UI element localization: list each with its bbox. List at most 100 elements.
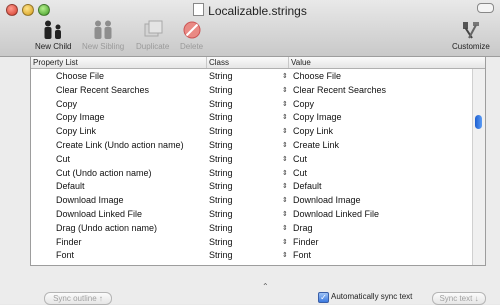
row-value[interactable]: Copy Link — [293, 126, 333, 136]
duplicate-icon — [144, 20, 163, 37]
split-resize-handle-icon[interactable]: ⌃ — [262, 282, 269, 291]
new-sibling-button[interactable]: New Sibling — [82, 20, 124, 51]
class-popup-arrows-icon[interactable]: ⇕ — [282, 224, 288, 232]
row-value[interactable]: Copy Image — [293, 112, 342, 122]
row-value[interactable]: Create Link — [293, 140, 339, 150]
column-divider[interactable] — [206, 57, 207, 68]
class-popup-arrows-icon[interactable]: ⇕ — [282, 127, 288, 135]
row-class[interactable]: String — [209, 237, 233, 247]
customize-button[interactable]: Customize — [452, 20, 490, 51]
row-value[interactable]: Download Linked File — [293, 209, 379, 219]
table-row[interactable]: Finder String ⇕ Finder — [31, 235, 485, 249]
class-popup-arrows-icon[interactable]: ⇕ — [282, 210, 288, 218]
new-child-icon — [44, 20, 62, 39]
row-value[interactable]: Choose File — [293, 71, 341, 81]
row-key[interactable]: Drag (Undo action name) — [56, 223, 157, 233]
table-row[interactable]: Copy Link String ⇕ Copy Link — [31, 124, 485, 138]
row-key[interactable]: Cut — [56, 154, 70, 164]
row-key[interactable]: Font — [56, 250, 74, 260]
class-popup-arrows-icon[interactable]: ⇕ — [282, 182, 288, 190]
title-bar: Localizable.strings New Child New Siblin… — [0, 0, 500, 57]
row-class[interactable]: String — [209, 250, 233, 260]
table-row[interactable]: Create Link (Undo action name) String ⇕ Cre… — [31, 138, 485, 152]
row-class[interactable]: String — [209, 181, 233, 191]
row-value[interactable]: Drag — [293, 223, 313, 233]
table-row[interactable]: Choose File String ⇕ Choose File — [31, 69, 485, 83]
row-value[interactable]: Default — [293, 181, 322, 191]
table-rows: Choose File String ⇕ Choose File Clear Recen… — [31, 69, 485, 262]
class-popup-arrows-icon[interactable]: ⇕ — [282, 155, 288, 163]
row-value[interactable]: Cut — [293, 154, 307, 164]
class-popup-arrows-icon[interactable]: ⇕ — [282, 141, 288, 149]
table-row[interactable]: Copy String ⇕ Copy — [31, 97, 485, 111]
class-popup-arrows-icon[interactable]: ⇕ — [282, 169, 288, 177]
class-popup-arrows-icon[interactable]: ⇕ — [282, 113, 288, 121]
new-child-button[interactable]: New Child — [35, 20, 71, 51]
table-row[interactable]: Download Linked File String ⇕ Download Link… — [31, 207, 485, 221]
table-row[interactable]: Default String ⇕ Default — [31, 179, 485, 193]
property-list-table: Property List Class Value Choose File Str… — [30, 56, 486, 266]
row-key[interactable]: Download Image — [56, 195, 124, 205]
row-key[interactable]: Copy — [56, 99, 77, 109]
class-popup-arrows-icon[interactable]: ⇕ — [282, 72, 288, 80]
column-header-class[interactable]: Class — [209, 58, 229, 67]
row-key[interactable]: Default — [56, 181, 85, 191]
row-class[interactable]: String — [209, 195, 233, 205]
table-row[interactable]: Cut String ⇕ Cut — [31, 152, 485, 166]
row-value[interactable]: Clear Recent Searches — [293, 85, 386, 95]
row-key[interactable]: Finder — [56, 237, 82, 247]
class-popup-arrows-icon[interactable]: ⇕ — [282, 251, 288, 259]
row-value[interactable]: Download Image — [293, 195, 361, 205]
row-class[interactable]: String — [209, 85, 233, 95]
row-key[interactable]: Clear Recent Searches — [56, 85, 149, 95]
window-title: Localizable.strings — [0, 3, 500, 18]
column-divider[interactable] — [288, 57, 289, 68]
sync-text-button[interactable]: Sync text ↓ — [432, 292, 486, 305]
table-row[interactable]: Copy Image String ⇕ Copy Image — [31, 110, 485, 124]
row-class[interactable]: String — [209, 112, 233, 122]
row-class[interactable]: String — [209, 209, 233, 219]
column-header-value[interactable]: Value — [291, 58, 311, 67]
class-popup-arrows-icon[interactable]: ⇕ — [282, 100, 288, 108]
table-row[interactable]: Drag (Undo action name) String ⇕ Drag — [31, 221, 485, 235]
table-row[interactable]: Font String ⇕ Font — [31, 248, 485, 262]
toolbar-toggle-button[interactable] — [477, 3, 494, 13]
row-key[interactable]: Choose File — [56, 71, 104, 81]
row-class[interactable]: String — [209, 168, 233, 178]
table-header: Property List Class Value — [31, 57, 485, 69]
row-value[interactable]: Finder — [293, 237, 319, 247]
class-popup-arrows-icon[interactable]: ⇕ — [282, 86, 288, 94]
row-class[interactable]: String — [209, 99, 233, 109]
table-row[interactable]: Cut (Undo action name) String ⇕ Cut — [31, 166, 485, 180]
table-row[interactable]: Download Image String ⇕ Download Image — [31, 193, 485, 207]
vertical-scrollbar[interactable] — [472, 69, 485, 265]
table-row[interactable]: Clear Recent Searches String ⇕ Clear Recent… — [31, 83, 485, 97]
row-value[interactable]: Font — [293, 250, 311, 260]
row-key[interactable]: Download Linked File — [56, 209, 142, 219]
plist-editor-window: Localizable.strings New Child New Siblin… — [0, 0, 500, 305]
row-key[interactable]: Cut (Undo action name) — [56, 168, 152, 178]
row-key[interactable]: Create Link (Undo action name) — [56, 140, 184, 150]
auto-sync-label: Automatically sync text — [331, 292, 413, 301]
row-key[interactable]: Copy Image — [56, 112, 105, 122]
duplicate-button[interactable]: Duplicate — [136, 20, 169, 51]
row-class[interactable]: String — [209, 126, 233, 136]
document-icon — [193, 3, 205, 16]
row-class[interactable]: String — [209, 140, 233, 150]
sync-outline-button[interactable]: Sync outline ↑ — [44, 292, 112, 305]
row-class[interactable]: String — [209, 223, 233, 233]
row-class[interactable]: String — [209, 71, 233, 81]
new-sibling-icon — [94, 20, 112, 39]
scrollbar-thumb[interactable] — [475, 115, 482, 129]
customize-icon — [462, 22, 479, 39]
row-key[interactable]: Copy Link — [56, 126, 96, 136]
class-popup-arrows-icon[interactable]: ⇕ — [282, 238, 288, 246]
column-header-property-list[interactable]: Property List — [33, 58, 78, 67]
class-popup-arrows-icon[interactable]: ⇕ — [282, 196, 288, 204]
delete-icon — [183, 21, 201, 39]
auto-sync-checkbox[interactable]: ✓ — [318, 292, 329, 303]
row-value[interactable]: Cut — [293, 168, 307, 178]
row-class[interactable]: String — [209, 154, 233, 164]
row-value[interactable]: Copy — [293, 99, 314, 109]
delete-button[interactable]: Delete — [180, 20, 203, 51]
